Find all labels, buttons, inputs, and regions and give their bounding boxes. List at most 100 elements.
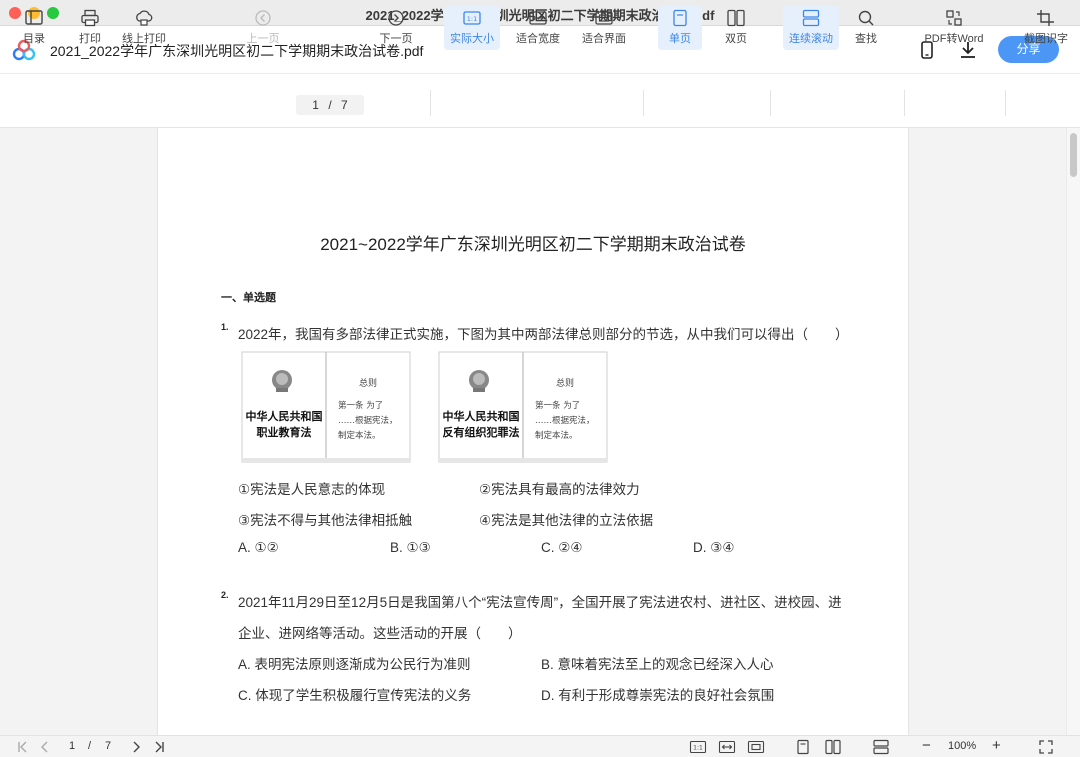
bottom-current-page[interactable]: 1 <box>69 740 75 752</box>
question-stem: 2021年11月29日至12月5日是我国第八个“宪法宣传周”，全国开展了宪法进农… <box>238 595 842 610</box>
pdf-to-word-button[interactable]: PDF转Word <box>918 6 990 50</box>
page-number-field[interactable]: 1 / 7 <box>296 95 364 115</box>
next-page-label: 下一页 <box>379 33 413 45</box>
svg-text:总则: 总则 <box>556 377 574 389</box>
chevron-right-circle-icon <box>388 10 404 26</box>
search-icon <box>858 10 874 26</box>
online-print-button[interactable]: 线上打印 <box>118 6 170 50</box>
pdf-to-word-label: PDF转Word <box>924 33 984 45</box>
actual-size-label: 实际大小 <box>450 33 494 45</box>
answer-option: C. 体现了学生积极履行宣传宪法的义务 <box>238 688 472 703</box>
actual-size-button[interactable]: 1:1 实际大小 <box>444 6 500 50</box>
find-button[interactable]: 查找 <box>846 6 886 50</box>
document-title: 2021~2022学年广东深圳光明区初二下学期期末政治试卷 <box>320 235 746 254</box>
toolbar-divider <box>770 90 771 116</box>
continuous-scroll-label: 连续滚动 <box>789 33 833 45</box>
fit-width-icon[interactable] <box>718 739 736 755</box>
answer-option: A. ①② <box>238 540 279 555</box>
svg-text:1:1: 1:1 <box>693 745 703 752</box>
section-heading: 一、单选题 <box>221 292 276 304</box>
print-button[interactable]: 打印 <box>70 6 110 50</box>
continuous-scroll-icon <box>802 9 820 27</box>
ocr-button[interactable]: 截图识字 <box>1019 6 1073 50</box>
online-print-label: 线上打印 <box>122 33 166 45</box>
actual-size-icon: 1:1 <box>463 11 481 25</box>
crop-icon <box>1037 10 1054 26</box>
law-excerpt-image: 中华人民共和国 职业教育法 总则 第一条 为了 ……根据宪法， 制定本法。 <box>241 351 411 463</box>
two-page-label: 双页 <box>725 33 747 45</box>
next-page-icon[interactable] <box>129 739 143 755</box>
first-page-icon[interactable] <box>16 739 30 755</box>
zoom-level[interactable]: 100% <box>948 740 976 752</box>
bottom-total-pages: 7 <box>105 740 112 752</box>
bottom-status-bar: 1 / 7 1:1 − 100% + <box>0 735 1080 757</box>
fullscreen-icon[interactable] <box>1038 739 1054 755</box>
toc-label: 目录 <box>23 33 45 45</box>
toolbar-divider <box>643 90 644 116</box>
single-page-icon <box>673 9 687 27</box>
single-page-icon[interactable] <box>795 739 811 755</box>
fit-page-icon <box>595 11 613 25</box>
fit-page-icon[interactable] <box>747 739 765 755</box>
convert-icon <box>946 10 962 26</box>
vertical-scrollbar[interactable] <box>1066 128 1080 735</box>
answer-option: B. ①③ <box>390 540 431 555</box>
actual-size-icon[interactable]: 1:1 <box>689 739 707 755</box>
fit-width-label: 适合宽度 <box>516 33 560 45</box>
toolbar-divider <box>904 90 905 116</box>
chevron-left-circle-icon <box>255 10 271 26</box>
toolbar <box>0 74 1080 128</box>
toolbar-divider <box>430 90 431 116</box>
fit-page-button[interactable]: 适合界面 <box>578 6 630 50</box>
svg-text:……根据宪法，: ……根据宪法， <box>535 415 595 426</box>
total-pages-value: 7 <box>341 98 348 112</box>
statement-item: ②宪法具有最高的法律效力 <box>479 482 640 497</box>
fit-width-icon <box>529 11 547 25</box>
svg-text:1:1: 1:1 <box>467 15 477 23</box>
statement-item: ③宪法不得与其他法律相抵触 <box>238 513 413 528</box>
cloud-print-icon <box>136 10 153 26</box>
svg-text:第一条 为了: 第一条 为了 <box>338 400 383 411</box>
single-page-button[interactable]: 单页 <box>658 6 702 50</box>
find-label: 查找 <box>855 33 877 45</box>
statement-item: ①宪法是人民意志的体现 <box>238 482 386 497</box>
two-page-icon[interactable] <box>824 739 842 755</box>
scrollbar-thumb[interactable] <box>1070 133 1077 177</box>
svg-text:制定本法。: 制定本法。 <box>535 430 578 441</box>
statement-item: ④宪法是其他法律的立法依据 <box>479 513 654 528</box>
svg-text:第一条 为了: 第一条 为了 <box>535 400 580 411</box>
bottom-page-separator: / <box>88 740 92 752</box>
two-page-button[interactable]: 双页 <box>714 6 758 50</box>
svg-text:职业教育法: 职业教育法 <box>257 425 312 439</box>
question-stem: 2022年，我国有多部法律正式实施，下图为其中两部法律总则部分的节选，从中我们可… <box>238 327 849 342</box>
svg-text:反有组织犯罪法: 反有组织犯罪法 <box>443 425 520 439</box>
next-page-button[interactable]: 下一页 <box>376 6 416 50</box>
zoom-in-button[interactable]: + <box>992 737 1001 754</box>
fit-width-button[interactable]: 适合宽度 <box>512 6 564 50</box>
prev-page-button[interactable]: 上一页 <box>243 6 283 50</box>
last-page-icon[interactable] <box>152 739 166 755</box>
answer-option: C. ②④ <box>541 540 583 555</box>
zoom-out-button[interactable]: − <box>922 737 931 754</box>
answer-option: B. 意味着宪法至上的观念已经深入人心 <box>541 657 774 672</box>
toc-icon <box>25 10 43 25</box>
answer-option: A. 表明宪法原则逐渐成为公民行为准则 <box>238 657 471 672</box>
prev-page-icon[interactable] <box>38 739 52 755</box>
printer-icon <box>81 9 99 27</box>
svg-text:中华人民共和国: 中华人民共和国 <box>443 409 520 423</box>
svg-text:制定本法。: 制定本法。 <box>338 430 381 441</box>
current-page-value: 1 <box>312 98 319 112</box>
fit-page-label: 适合界面 <box>582 33 626 45</box>
prev-page-label: 上一页 <box>246 33 280 45</box>
print-label: 打印 <box>79 33 101 45</box>
svg-text:总则: 总则 <box>359 377 377 389</box>
continuous-scroll-icon[interactable] <box>872 739 890 755</box>
answer-option: D. ③④ <box>693 540 735 555</box>
continuous-scroll-button[interactable]: 连续滚动 <box>783 6 839 50</box>
svg-text:……根据宪法，: ……根据宪法， <box>338 415 398 426</box>
toc-button[interactable]: 目录 <box>14 6 54 50</box>
question-number: 1. <box>221 322 229 332</box>
toolbar-divider <box>1005 90 1006 116</box>
question-stem: 企业、进网络等活动。这些活动的开展（ ） <box>238 626 522 641</box>
question-number: 2. <box>221 590 229 600</box>
